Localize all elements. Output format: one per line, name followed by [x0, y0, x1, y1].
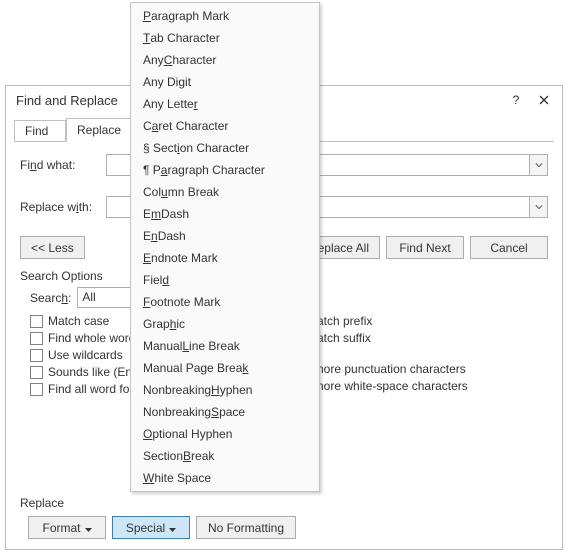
checkbox-box: [30, 332, 43, 345]
special-menu-item[interactable]: Nonbreaking Space: [131, 401, 319, 423]
special-menu-item[interactable]: Column Break: [131, 181, 319, 203]
special-menu-item[interactable]: Field: [131, 269, 319, 291]
find-what-label: Find what:: [20, 158, 100, 172]
chevron-down-icon: [535, 203, 543, 211]
special-menu-item[interactable]: Graphic: [131, 313, 319, 335]
special-menu-item[interactable]: Any Character: [131, 49, 319, 71]
checkbox-box: [30, 366, 43, 379]
tab-find-label: Find: [25, 124, 48, 138]
find-next-button[interactable]: Find Next: [386, 236, 464, 259]
search-label: Search:: [30, 291, 71, 305]
cancel-button[interactable]: Cancel: [470, 236, 548, 259]
special-menu-item[interactable]: White Space: [131, 467, 319, 489]
special-menu-item[interactable]: ¶ Paragraph Character: [131, 159, 319, 181]
special-button[interactable]: Special: [112, 516, 190, 539]
match-suffix-checkbox[interactable]: Match suffix: [289, 331, 548, 345]
no-formatting-button[interactable]: No Formatting: [196, 516, 296, 539]
bottom-buttons: Format Special No Formatting: [28, 516, 548, 539]
special-menu-item[interactable]: Endnote Mark: [131, 247, 319, 269]
ignore-white-label: Ignore white-space characters: [307, 379, 468, 393]
cancel-button-label: Cancel: [490, 241, 527, 255]
special-menu-item[interactable]: Em Dash: [131, 203, 319, 225]
find-next-button-label: Find Next: [399, 241, 450, 255]
special-menu-item[interactable]: Any Letter: [131, 93, 319, 115]
checkbox-box: [30, 315, 43, 328]
less-button[interactable]: << Less: [20, 236, 85, 259]
special-menu-item[interactable]: En Dash: [131, 225, 319, 247]
special-menu-item[interactable]: Paragraph Mark: [131, 5, 319, 27]
help-button[interactable]: ?: [502, 90, 530, 110]
wildcards-label: Use wildcards: [48, 348, 123, 362]
ignore-punct-label: Ignore punctuation characters: [307, 362, 466, 376]
match-case-label: Match case: [48, 314, 109, 328]
replace-with-label: Replace with:: [20, 200, 100, 214]
match-prefix-checkbox[interactable]: Match prefix: [289, 314, 548, 328]
ignore-punct-checkbox[interactable]: Ignore punctuation characters: [289, 362, 548, 376]
tab-replace[interactable]: Replace: [66, 118, 136, 142]
close-icon: [539, 95, 549, 105]
special-menu-item[interactable]: Nonbreaking Hyphen: [131, 379, 319, 401]
special-menu-item[interactable]: Manual Line Break: [131, 335, 319, 357]
no-formatting-label: No Formatting: [208, 521, 284, 535]
special-menu-item[interactable]: Section Break: [131, 445, 319, 467]
chevron-down-icon: [535, 161, 543, 169]
special-menu-item[interactable]: Manual Page Break: [131, 357, 319, 379]
special-menu[interactable]: Paragraph MarkTab CharacterAny Character…: [130, 2, 320, 492]
replace-with-dropdown[interactable]: [529, 197, 547, 217]
bottom-section: Replace Format Special No Formatting: [20, 496, 548, 539]
less-button-label: << Less: [31, 241, 74, 255]
format-button[interactable]: Format: [28, 516, 106, 539]
spacer: [289, 348, 548, 362]
help-icon: ?: [513, 93, 520, 107]
tab-replace-label: Replace: [77, 123, 121, 137]
dropdown-triangle-icon: [85, 521, 92, 535]
options-right-column: Match prefix Match suffix Ignore punctua…: [289, 314, 548, 399]
find-what-dropdown[interactable]: [529, 155, 547, 175]
tab-find[interactable]: Find: [14, 120, 66, 142]
special-menu-item[interactable]: Tab Character: [131, 27, 319, 49]
special-menu-item[interactable]: Any Digit: [131, 71, 319, 93]
format-button-label: Format: [42, 521, 80, 535]
special-menu-item[interactable]: Caret Character: [131, 115, 319, 137]
checkbox-box: [30, 349, 43, 362]
special-button-label: Special: [126, 521, 165, 535]
dropdown-triangle-icon: [169, 521, 176, 535]
special-menu-item[interactable]: Optional Hyphen: [131, 423, 319, 445]
close-button[interactable]: [530, 90, 558, 110]
checkbox-box: [30, 383, 43, 396]
ignore-white-checkbox[interactable]: Ignore white-space characters: [289, 379, 548, 393]
special-menu-item[interactable]: § Section Character: [131, 137, 319, 159]
replace-section-label: Replace: [20, 496, 548, 510]
special-menu-item[interactable]: Footnote Mark: [131, 291, 319, 313]
